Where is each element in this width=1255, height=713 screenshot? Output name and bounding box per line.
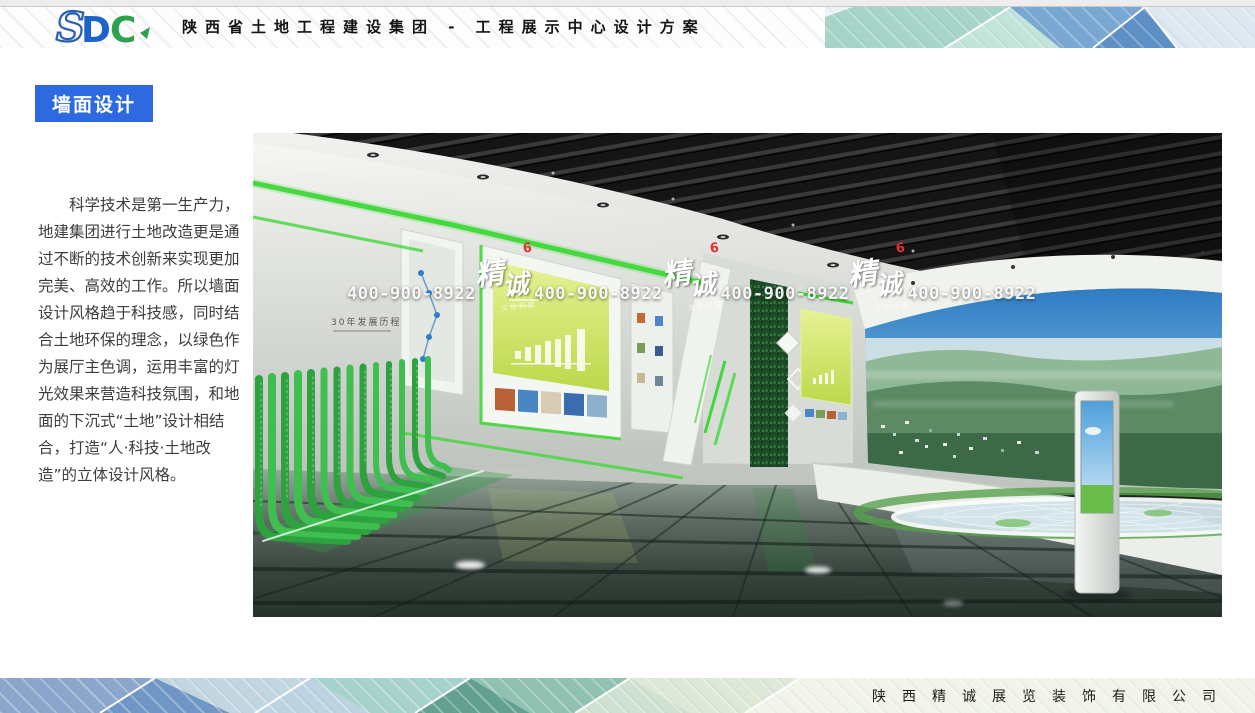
logo-arrow-icon <box>140 27 150 39</box>
header-geometric-decoration <box>825 7 1255 48</box>
footer-company-name: 陕西精诚展览装饰有限公司 <box>872 686 1232 706</box>
header: S D C 陕西省土地工程建设集团 - 工程展示中心设计方案 <box>0 7 1255 48</box>
page: S D C 陕西省土地工程建设集团 - 工程展示中心设计方案 墙面设计 科学技术… <box>0 0 1255 713</box>
company-logo: S D C <box>54 8 172 48</box>
logo-letter-c: C <box>110 10 136 48</box>
exhibition-hall-render: 30年发展历程 <box>253 133 1222 617</box>
section-badge: 墙面设计 <box>35 85 153 122</box>
footer: 陕西精诚展览装饰有限公司 <box>0 678 1255 713</box>
main-curved-screen <box>853 251 1222 495</box>
top-strip <box>0 0 1255 7</box>
exhibition-render-image: 30年发展历程 <box>253 133 1222 617</box>
page-title: 陕西省土地工程建设集团 - 工程展示中心设计方案 <box>182 7 706 48</box>
logo-letter-d: D <box>81 10 111 48</box>
description-text: 科学技术是第一生产力，地建集团进行土地改造更是通过不断的技术创新来实现更加完美、… <box>38 192 240 489</box>
wall-timeline-label: 30年发展历程 <box>331 316 401 328</box>
